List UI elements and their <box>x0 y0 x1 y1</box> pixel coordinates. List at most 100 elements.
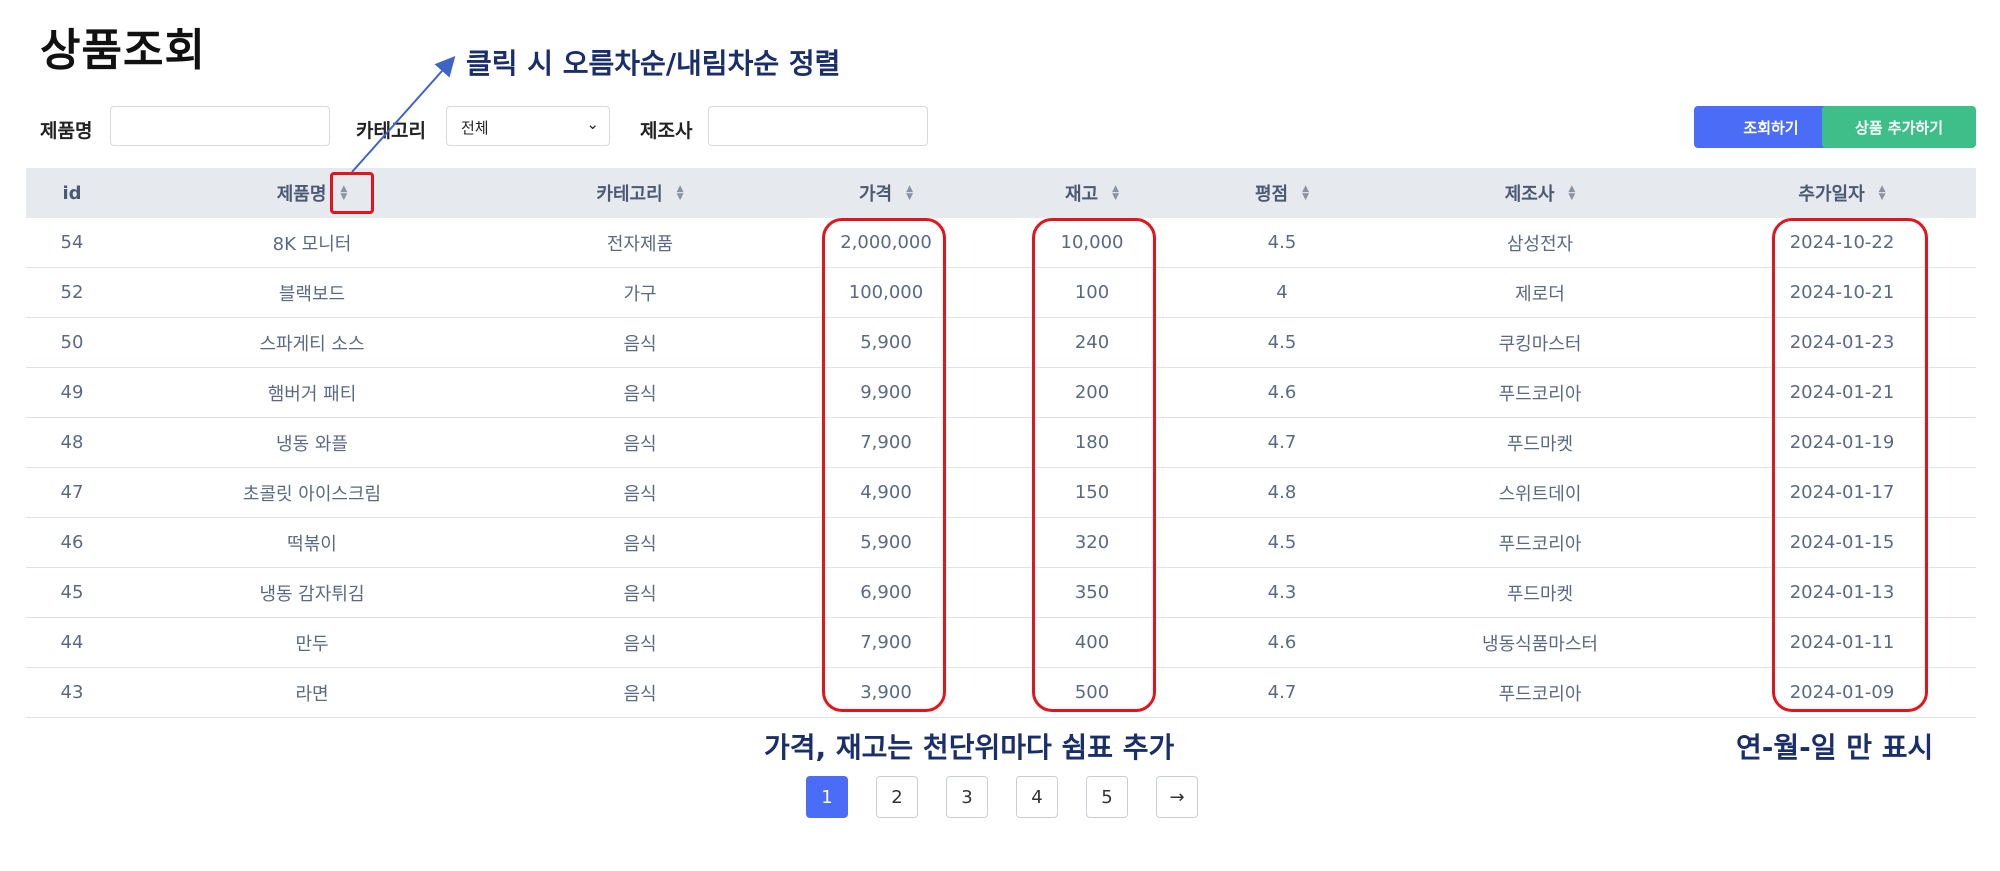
column-header-label: 제품명 <box>276 184 327 205</box>
table-row[interactable]: 44 만두 음식 7,900 400 4.6 냉동식품마스터 2024-01-11 <box>26 618 1976 668</box>
cell-name: 초콜릿 아이스크림 <box>242 483 382 505</box>
cell-name: 냉동 와플 <box>276 433 348 455</box>
cell-name: 블랙보드 <box>278 283 346 305</box>
sort-icon[interactable]: ▲ ▼ <box>1568 185 1575 202</box>
cell-name: 떡볶이 <box>287 533 337 555</box>
column-header-label: 가격 <box>858 184 893 205</box>
cell-manufacturer: 제로더 <box>1515 283 1565 305</box>
cell-manufacturer: 푸드마켓 <box>1506 433 1574 455</box>
page-button-4[interactable]: 4 <box>1016 776 1058 818</box>
page-button-5[interactable]: 5 <box>1086 776 1128 818</box>
cell-rating: 4.3 <box>1267 582 1297 603</box>
cell-category: 음식 <box>623 483 657 505</box>
cell-name: 만두 <box>295 633 329 655</box>
column-header-price[interactable]: 가격 ▲ ▼ <box>859 168 913 218</box>
cell-manufacturer: 스위트데이 <box>1498 483 1582 505</box>
column-header-label: 카테고리 <box>596 184 663 205</box>
cell-manufacturer: 푸드코리아 <box>1498 683 1582 705</box>
cell-rating: 4.6 <box>1267 382 1297 403</box>
cell-rating: 4.8 <box>1267 482 1297 503</box>
cell-name: 냉동 감자튀김 <box>259 583 365 605</box>
column-header-label: 평점 <box>1254 184 1289 205</box>
cell-rating: 4.7 <box>1267 432 1297 453</box>
cell-rating: 4.5 <box>1267 532 1297 553</box>
sort-icon[interactable]: ▲ ▼ <box>1302 185 1309 202</box>
table-row[interactable]: 46 떡볶이 음식 5,900 320 4.5 푸드코리아 2024-01-15 <box>26 518 1976 568</box>
cell-id: 49 <box>60 382 84 403</box>
chevron-down-icon: ⌄ <box>586 115 599 133</box>
table-body: 54 8K 모니터 전자제품 2,000,000 10,000 4.5 삼성전자 2024-1… <box>26 218 1976 718</box>
category-selected-value: 전체 <box>461 119 489 137</box>
cell-category: 음식 <box>623 433 657 455</box>
stock-column-highlight <box>1032 218 1156 712</box>
table-row[interactable]: 45 냉동 감자튀김 음식 6,900 350 4.3 푸드마켓 2024-01-13 <box>26 568 1976 618</box>
cell-name: 스파게티 소스 <box>259 333 365 355</box>
cell-id: 48 <box>60 432 84 453</box>
table-row[interactable]: 50 스파게티 소스 음식 5,900 240 4.5 쿠킹마스터 2024-01-23 <box>26 318 1976 368</box>
date-column-highlight <box>1772 218 1928 712</box>
column-header-label: 재고 <box>1064 184 1099 205</box>
column-header-category[interactable]: 카테고리 ▲ ▼ <box>596 168 683 218</box>
cell-category: 음식 <box>623 683 657 705</box>
category-label: 카테고리 <box>356 120 426 142</box>
table-row[interactable]: 47 초콜릿 아이스크림 음식 4,900 150 4.8 스위트데이 2024-01-17 <box>26 468 1976 518</box>
sort-icon[interactable]: ▲ ▼ <box>906 185 913 202</box>
cell-id: 46 <box>60 532 84 553</box>
next-page-button[interactable]: → <box>1156 776 1198 818</box>
filter-bar: 제품명 카테고리 전체 ⌄ 제조사 조회하기 상품 추가하기 <box>0 104 2000 150</box>
product-table: id 제품명 ▲ ▼ 카테고리 ▲ ▼ 가격 ▲ ▼ 재고 ▲ ▼ 평점 ▲ ▼ 제조사 ▲ ▼ 추가일자 ▲ ▼ 54 8… <box>26 168 1976 718</box>
cell-rating: 4 <box>1276 282 1288 303</box>
sort-icon[interactable]: ▲ ▼ <box>1112 185 1119 202</box>
product-name-label: 제품명 <box>40 120 93 142</box>
cell-name: 8K 모니터 <box>272 233 352 255</box>
cell-category: 음식 <box>623 533 657 555</box>
table-header: id 제품명 ▲ ▼ 카테고리 ▲ ▼ 가격 ▲ ▼ 재고 ▲ ▼ 평점 ▲ ▼ 제조사 ▲ ▼ 추가일자 ▲ ▼ <box>26 168 1976 218</box>
cell-manufacturer: 푸드코리아 <box>1498 533 1582 555</box>
cell-name: 햄버거 패티 <box>267 383 357 405</box>
cell-id: 54 <box>60 232 84 253</box>
table-row[interactable]: 52 블랙보드 가구 100,000 100 4 제로더 2024-10-21 <box>26 268 1976 318</box>
cell-rating: 4.5 <box>1267 232 1297 253</box>
page-button-3[interactable]: 3 <box>946 776 988 818</box>
manufacturer-label: 제조사 <box>640 120 693 142</box>
cell-manufacturer: 푸드코리아 <box>1498 383 1582 405</box>
product-name-input[interactable] <box>110 106 330 146</box>
cell-id: 50 <box>60 332 84 353</box>
sort-icon-highlight <box>330 172 374 214</box>
table-row[interactable]: 43 라면 음식 3,900 500 4.7 푸드코리아 2024-01-09 <box>26 668 1976 718</box>
column-header-id: id <box>62 168 81 218</box>
page-button-2[interactable]: 2 <box>876 776 918 818</box>
cell-category: 음식 <box>623 633 657 655</box>
date-annotation: 연-월-일 만 표시 <box>1736 731 1934 764</box>
column-header-manufacturer[interactable]: 제조사 ▲ ▼ <box>1505 168 1576 218</box>
table-row[interactable]: 49 햄버거 패티 음식 9,900 200 4.6 푸드코리아 2024-01-21 <box>26 368 1976 418</box>
pagination: 1 2 3 4 5 → <box>0 776 2000 820</box>
sort-icon[interactable]: ▲ ▼ <box>1879 185 1886 202</box>
sort-icon[interactable]: ▲ ▼ <box>677 185 684 202</box>
price-column-highlight <box>822 218 946 712</box>
cell-name: 라면 <box>295 683 329 705</box>
cell-rating: 4.7 <box>1267 682 1297 703</box>
column-header-label: id <box>62 182 82 204</box>
cell-category: 음식 <box>623 383 657 405</box>
cell-id: 44 <box>60 632 84 653</box>
sort-annotation: 클릭 시 오름차순/내림차순 정렬 <box>466 47 841 80</box>
comma-annotation: 가격, 재고는 천단위마다 쉼표 추가 <box>764 731 1175 764</box>
cell-id: 52 <box>60 282 84 303</box>
add-product-button[interactable]: 상품 추가하기 <box>1822 106 1976 148</box>
cell-manufacturer: 냉동식품마스터 <box>1482 633 1598 655</box>
column-header-date[interactable]: 추가일자 ▲ ▼ <box>1798 168 1885 218</box>
cell-category: 음식 <box>623 333 657 355</box>
column-header-label: 제조사 <box>1504 184 1555 205</box>
page-button-1[interactable]: 1 <box>806 776 848 818</box>
table-row[interactable]: 48 냉동 와플 음식 7,900 180 4.7 푸드마켓 2024-01-19 <box>26 418 1976 468</box>
category-select[interactable]: 전체 ⌄ <box>446 106 610 146</box>
column-header-stock[interactable]: 재고 ▲ ▼ <box>1065 168 1119 218</box>
table-row[interactable]: 54 8K 모니터 전자제품 2,000,000 10,000 4.5 삼성전자 2024-1… <box>26 218 1976 268</box>
manufacturer-input[interactable] <box>708 106 928 146</box>
cell-manufacturer: 삼성전자 <box>1506 233 1574 255</box>
column-header-rating[interactable]: 평점 ▲ ▼ <box>1255 168 1309 218</box>
cell-category: 가구 <box>623 283 657 305</box>
cell-id: 45 <box>60 582 84 603</box>
cell-category: 전자제품 <box>606 233 674 255</box>
